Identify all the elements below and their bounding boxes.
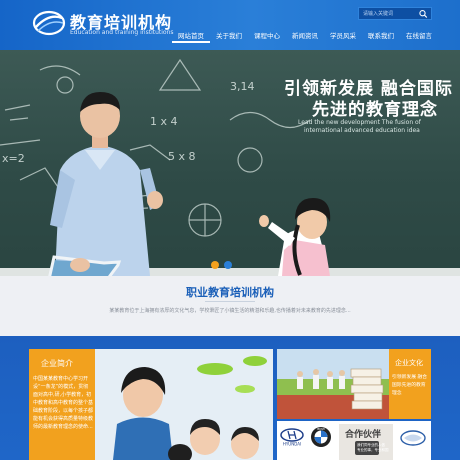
classroom-photo-image [95, 349, 273, 460]
slider-dot[interactable] [224, 261, 232, 269]
nav-item-about[interactable]: 关于我们 [210, 29, 248, 43]
nav-item-home[interactable]: 网站首页 [172, 29, 210, 43]
search-input[interactable] [363, 9, 413, 19]
about-card[interactable]: 企业简介 中国某某教育中心学习开设“一条龙”的模式，贯彻面对高中,研,小学教育，… [29, 349, 95, 460]
nav-item-news[interactable]: 新闻资讯 [286, 29, 324, 43]
intro-section: 职业教育培训机构 某某教育位于上海拥有浓厚的文化气息，学校秉匠了小镇生活的精湛和… [0, 276, 460, 336]
brand-label: HYUNDAI [283, 442, 301, 447]
logo-subtitle: Education and training institutions [70, 29, 174, 36]
about-card-title: 企业简介 [41, 359, 73, 368]
search-box [358, 7, 432, 20]
about-card-text: 中国某某教育中心学习开设“一条龙”的模式，贯彻面对高中,研,小学教育，初中教育和… [33, 376, 94, 430]
nav-item-students[interactable]: 学员风采 [324, 29, 362, 43]
slider-pagination [211, 261, 232, 269]
partners-strip: HYUNDAI BMW 合作伙伴 我们同专业的人做 专业的事，专业和国 [277, 421, 431, 460]
brand-label: BMW [317, 427, 325, 431]
teacher-figure [48, 92, 163, 276]
site-header: 教育培训机构 Education and training institutio… [0, 0, 460, 50]
section-title: 职业教育培训机构 [186, 286, 274, 299]
culture-card-title: 企业文化 [395, 359, 423, 367]
main-nav: 网站首页 关于我们 课程中心 新闻资讯 学员风采 联系我们 在线留言 [172, 29, 438, 43]
cooperation-badge: 我们同专业的人做 专业的事，专业和国 [355, 441, 389, 455]
nav-item-contact[interactable]: 联系我们 [362, 29, 400, 43]
board-text: 5 x 8 [168, 150, 196, 163]
banner-headline-line2: 先进的教育理念 [312, 100, 438, 120]
banner-subtitle-line2: international advanced education idea [304, 127, 420, 134]
cooperation-line2: 专业的事，专业和国 [357, 448, 389, 452]
features-section: 企业简介 中国某某教育中心学习开设“一条龙”的模式，贯彻面对高中,研,小学教育，… [0, 336, 460, 460]
board-text: 3,14 [230, 80, 255, 93]
culture-card-text: 引领新发展 融合国际先进的教育理念 [392, 375, 428, 396]
search-icon[interactable] [418, 9, 429, 19]
title-divider [205, 301, 255, 302]
nav-item-courses[interactable]: 课程中心 [248, 29, 286, 43]
bmw-logo-icon[interactable]: BMW [310, 426, 332, 448]
about-photo[interactable] [95, 349, 273, 460]
student-girl-figure [259, 198, 331, 276]
hero-banner[interactable]: 1 x 4 5 x 8 x=2 3,14 引领新发展 融合国际 先进的教育理念 … [0, 50, 460, 276]
nav-item-message[interactable]: 在线留言 [400, 29, 438, 43]
cooperation-title: 合作伙伴 [345, 430, 382, 440]
hyundai-logo-icon[interactable]: HYUNDAI [279, 427, 305, 447]
board-text: x=2 [2, 152, 25, 165]
slider-dot-active[interactable] [211, 261, 219, 269]
campus-photo[interactable] [277, 349, 389, 419]
campus-photo-image [277, 349, 389, 419]
section-description: 某某教育位于上海拥有浓厚的文化气息，学校秉匠了小镇生活的精湛和乐趣,也传播着对未… [109, 308, 351, 314]
partner-logo-icon[interactable] [398, 429, 428, 447]
board-text: 1 x 4 [150, 115, 178, 128]
banner-subtitle-line1: Lead the new development The fusion of [298, 119, 421, 126]
culture-card[interactable]: 企业文化 引领新发展 融合国际先进的教育理念 [389, 349, 431, 419]
logo-swoosh-icon[interactable] [32, 9, 66, 37]
cooperation-banner[interactable]: 合作伙伴 我们同专业的人做 专业的事，专业和国 [339, 424, 393, 460]
